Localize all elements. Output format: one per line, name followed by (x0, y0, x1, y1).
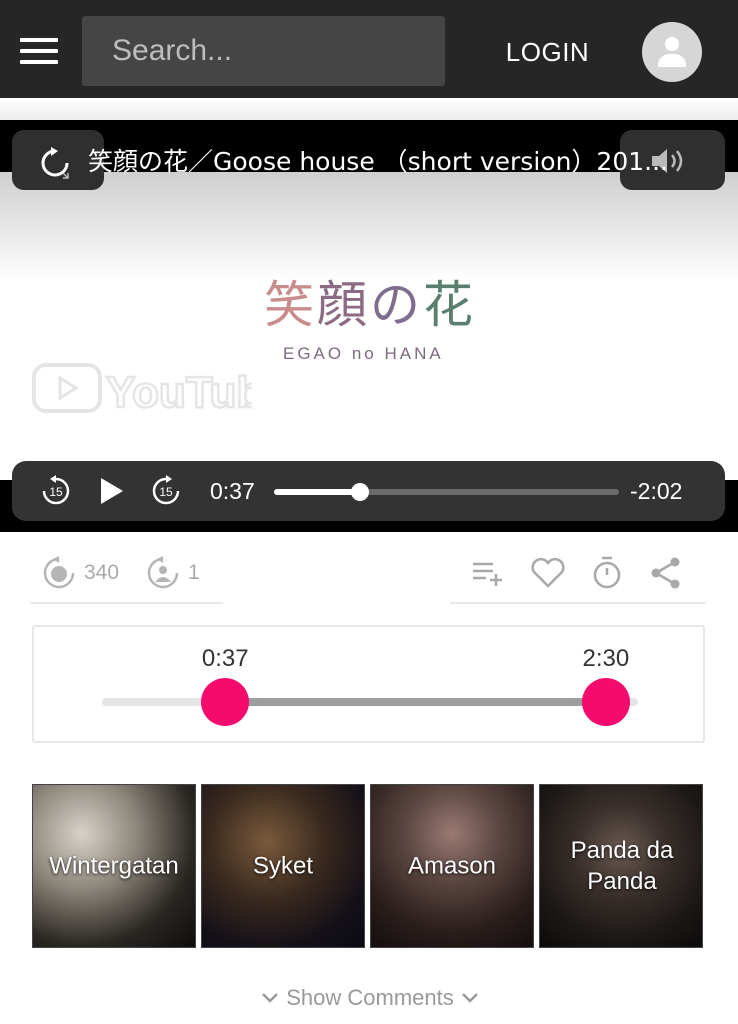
related-tile-label: Amason (407, 852, 497, 880)
logo-char: の (370, 276, 423, 334)
related-tile-label: Syket (252, 852, 314, 880)
chevron-down-icon (461, 993, 478, 1003)
related-tile-label: Panda da Panda (570, 837, 674, 895)
logo-char: 笑 (264, 276, 317, 334)
related-tile-label: Wintergatan (49, 852, 179, 880)
range-end-label: 2:30 (582, 645, 630, 672)
play-icon[interactable] (98, 475, 126, 507)
timer-icon[interactable] (588, 554, 626, 592)
seek-handle[interactable] (351, 483, 370, 501)
range-slider[interactable] (102, 678, 638, 726)
replay-icon (41, 147, 69, 179)
video-player[interactable]: 笑顔の花／Goose house （short version）201... 笑… (0, 120, 738, 532)
current-time: 0:37 (210, 478, 255, 504)
chevron-down-icon (262, 993, 279, 1003)
video-logo-en: EGAO no HANA (283, 344, 444, 363)
range-start-handle[interactable] (201, 678, 250, 726)
logo-char: 花 (423, 276, 476, 334)
loop-count-value: 340 (84, 561, 120, 584)
heart-icon[interactable] (529, 554, 567, 592)
rewind-15-icon[interactable]: 15 (40, 475, 72, 507)
playback-controls: 15 15 0:37 -2:02 (12, 461, 725, 521)
forward-15-icon[interactable]: 15 (150, 475, 182, 507)
range-start-label: 0:37 (201, 645, 249, 672)
loop-range-card: 0:37 2:30 (32, 625, 705, 743)
related-tile-wintergatan[interactable]: Wintergatan (32, 784, 196, 948)
header-shadow (0, 98, 738, 120)
related-tile-syket[interactable]: Syket (201, 784, 365, 948)
show-comments-label: Show Comments (286, 985, 454, 1010)
remaining-time: -2:02 (630, 478, 683, 504)
range-end-handle[interactable] (581, 678, 630, 726)
video-title: 笑顔の花／Goose house （short version）201... (88, 147, 668, 176)
related-tile-panda-da-panda[interactable]: Panda da Panda (539, 784, 703, 948)
video-logo-jp: 笑顔の花 (264, 280, 476, 330)
seek-progress (274, 489, 361, 495)
range-selection (225, 698, 606, 706)
search-input[interactable] (82, 16, 445, 86)
hamburger-icon[interactable] (20, 38, 58, 64)
share-icon[interactable] (647, 554, 685, 592)
user-count-value: 1 (188, 561, 200, 584)
forward-15-label: 15 (159, 485, 173, 499)
seek-bar[interactable] (274, 483, 619, 501)
youtube-watermark: YouTube (32, 363, 252, 415)
divider (450, 602, 706, 604)
login-button[interactable]: LOGIN (490, 32, 605, 72)
loop-count: 340 (42, 555, 119, 591)
person-icon[interactable] (642, 22, 702, 82)
top-bar: LOGIN (0, 0, 738, 98)
add-to-playlist-icon[interactable] (469, 554, 507, 592)
divider (30, 602, 223, 604)
rewind-15-label: 15 (49, 485, 63, 499)
loop-globe-icon (43, 556, 75, 589)
logo-char: 顔 (317, 276, 370, 334)
related-tile-amason[interactable]: Amason (370, 784, 534, 948)
youtube-watermark-text: YouTube (106, 368, 252, 415)
show-comments-button[interactable]: Show Comments (250, 983, 490, 1013)
loop-user-icon (147, 556, 179, 589)
user-count: 1 (146, 555, 200, 591)
